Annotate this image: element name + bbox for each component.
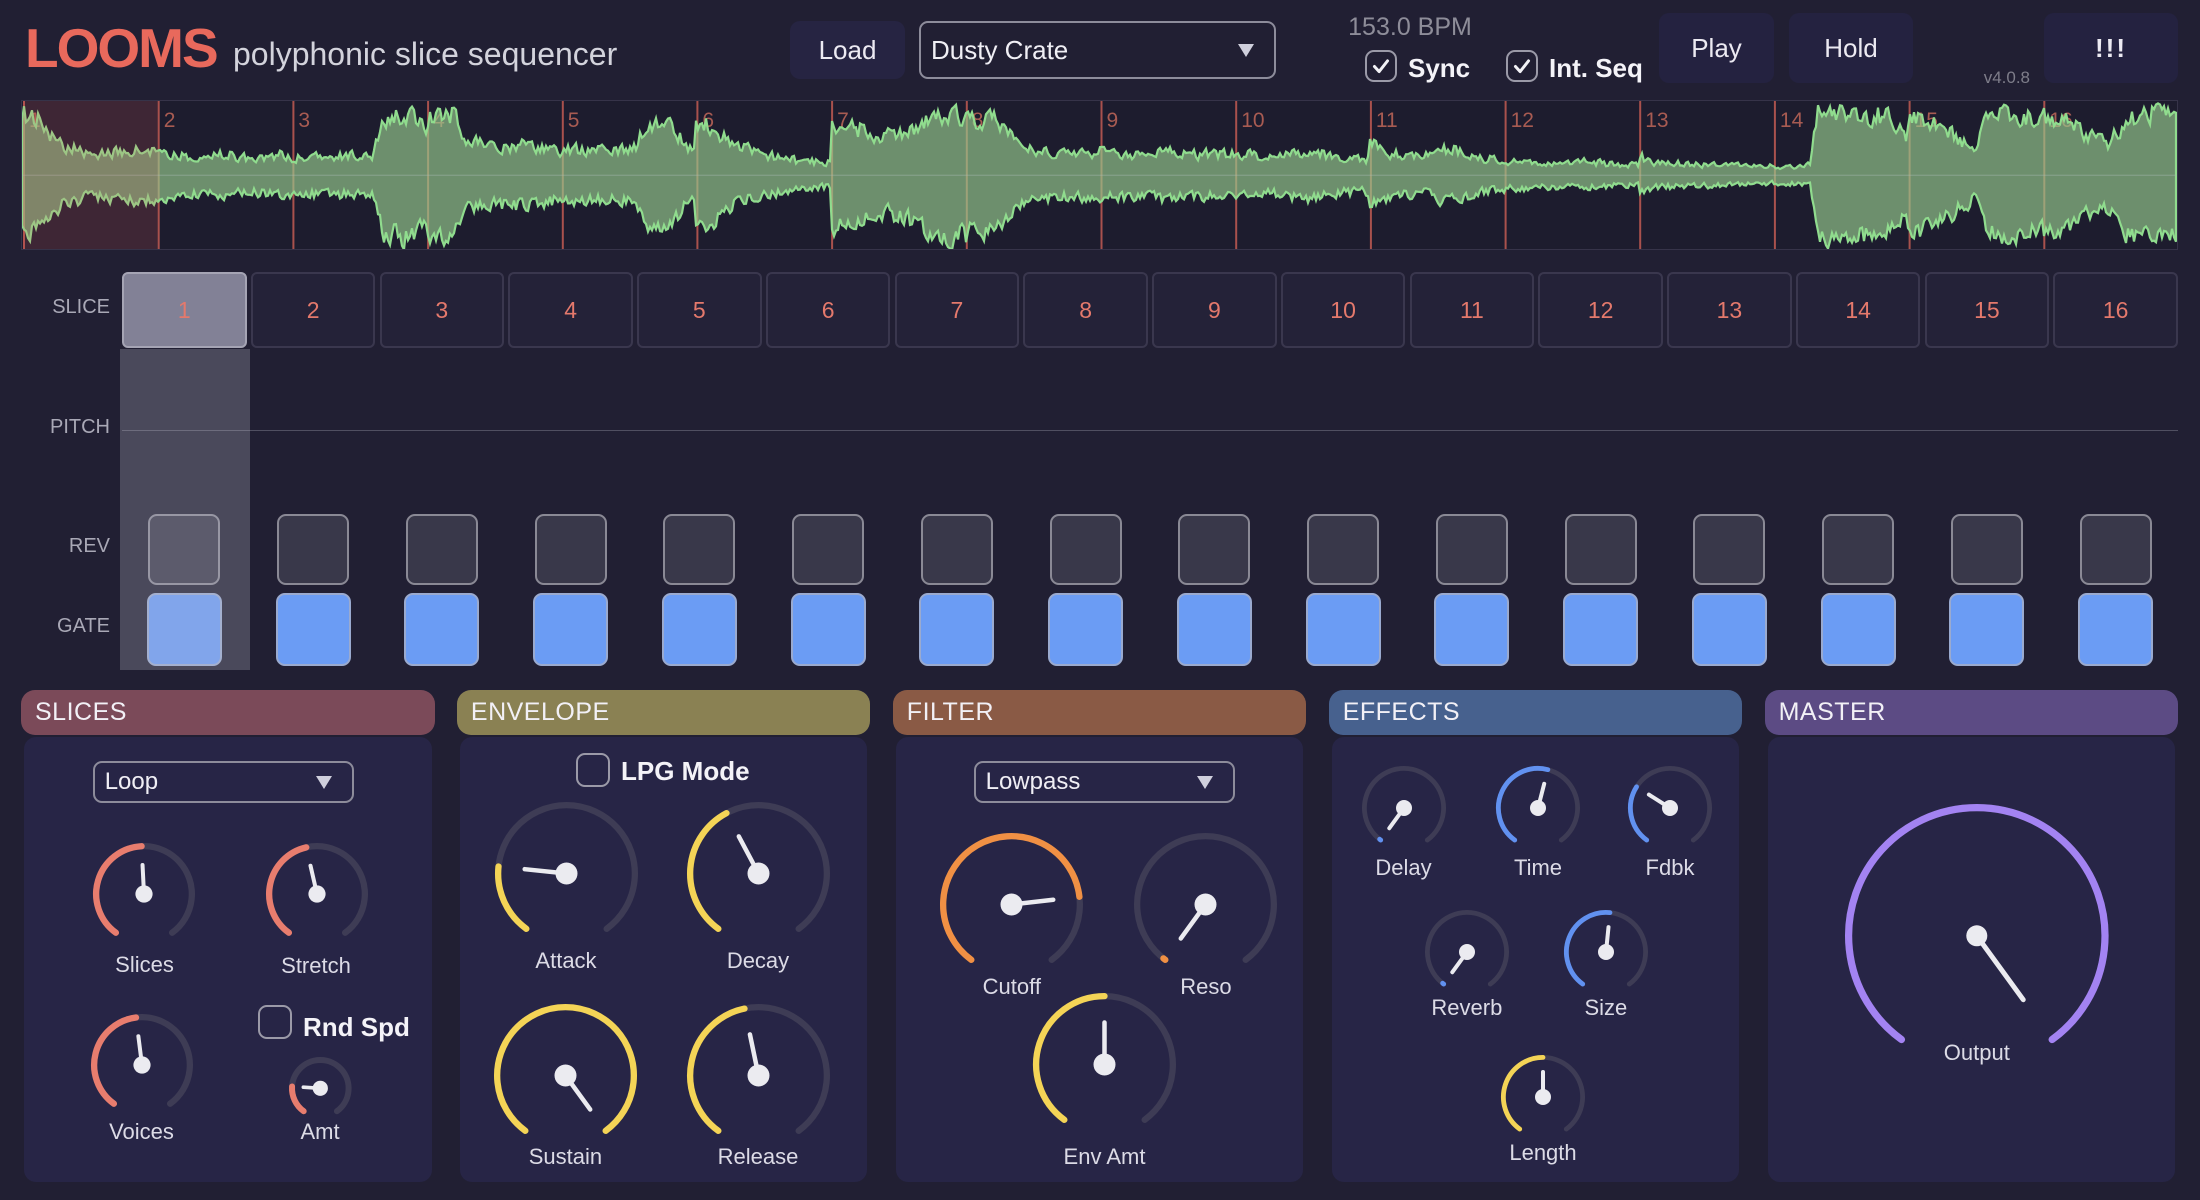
svg-text:2: 2: [164, 109, 176, 132]
svg-text:12: 12: [1511, 109, 1534, 132]
svg-text:14: 14: [1780, 109, 1804, 132]
svg-text:9: 9: [1107, 109, 1119, 132]
svg-text:11: 11: [1376, 109, 1398, 132]
svg-text:13: 13: [1645, 109, 1668, 132]
svg-text:10: 10: [1241, 109, 1264, 132]
svg-text:3: 3: [298, 109, 310, 132]
svg-text:5: 5: [568, 109, 580, 132]
